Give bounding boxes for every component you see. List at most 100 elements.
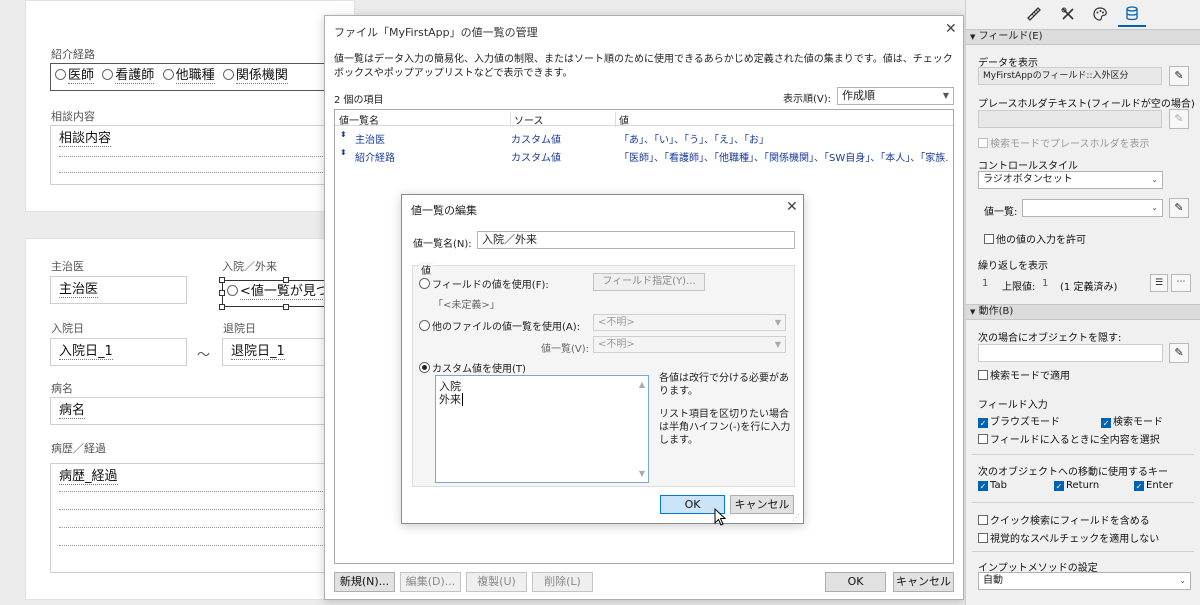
- quick-find-checkbox[interactable]: クイック検索にフィールドを含める: [978, 512, 1150, 527]
- history-field[interactable]: 病歴_経過: [50, 463, 340, 573]
- discharge-label: 退院日: [223, 322, 256, 335]
- key-return-checkbox[interactable]: Return: [1054, 480, 1099, 491]
- inspector-panel: ▼ フィールド(E) データを表示 MyFirstAppのフィールド::入外区分…: [965, 0, 1200, 605]
- control-style-select[interactable]: ラジオボタンセット ⌄: [978, 171, 1163, 189]
- radio-option-0[interactable]: 医師: [55, 68, 95, 84]
- discharge-field[interactable]: 退院日_1: [222, 338, 327, 366]
- pencil-icon[interactable]: ✎: [1169, 198, 1189, 218]
- divider: [972, 454, 1194, 455]
- hide-when-field[interactable]: [978, 344, 1163, 362]
- repeat-max-label: 上限値:: [1002, 282, 1036, 293]
- ok-button[interactable]: OK: [825, 572, 886, 592]
- specify-field-button[interactable]: フィールド指定(Y)...: [593, 273, 705, 291]
- pencil-icon[interactable]: ✎: [1169, 66, 1189, 86]
- valuelist-select[interactable]: <不明> ▼: [593, 336, 786, 353]
- scroll-up-icon[interactable]: ▲: [639, 378, 645, 391]
- repeat-from[interactable]: 1: [982, 278, 988, 289]
- new-button[interactable]: 新規(N)...: [334, 572, 395, 592]
- radio-option-2[interactable]: 他職種: [162, 68, 215, 84]
- ruler-icon[interactable]: [1026, 6, 1042, 22]
- tools-icon[interactable]: [1060, 6, 1076, 22]
- values-group: 値 フィールドの値を使用(F): フィールド指定(Y)... 「<未定義>」 他…: [412, 262, 795, 487]
- pencil-icon[interactable]: ✎: [1169, 343, 1189, 363]
- close-icon[interactable]: ✕: [945, 22, 957, 36]
- doctor-label: 主治医: [51, 260, 84, 273]
- browse-mode-checkbox[interactable]: ブラウズモード: [978, 413, 1060, 428]
- key-tab-checkbox[interactable]: Tab: [978, 480, 1007, 491]
- database-icon[interactable]: [1124, 5, 1140, 23]
- table-row[interactable]: ⬍ 紹介経路 カスタム値 「医師」、「看護師」、「他職種」、「関係機関」、「SW…: [335, 148, 949, 164]
- cancel-button[interactable]: キャンセル: [730, 495, 794, 514]
- spell-check-checkbox[interactable]: 視覚的なスペルチェックを適用しない: [978, 530, 1159, 545]
- group-label: 値: [419, 262, 433, 277]
- palette-icon[interactable]: [1092, 6, 1108, 22]
- disease-field[interactable]: 病名: [50, 397, 340, 425]
- field-entry-label: フィールド入力: [978, 400, 1048, 411]
- more-icon[interactable]: ⋯: [1171, 274, 1191, 292]
- inout-label: 入院／外来: [222, 260, 277, 273]
- inspector-tabs: [966, 0, 1200, 28]
- other-file-select[interactable]: <不明> ▼: [593, 314, 786, 331]
- find-mode-checkbox[interactable]: 検索モード: [1101, 413, 1163, 428]
- dialog-description: 値一覧はデータ入力の簡易化、入力値の制限、またはソート順のために使用できるあらか…: [334, 54, 953, 79]
- chevron-down-icon: ⌄: [1151, 203, 1158, 212]
- display-data-field[interactable]: MyFirstAppのフィールド::入外区分: [978, 67, 1162, 85]
- custom-values-textarea[interactable]: 入院 外来 ▲ ▼: [435, 375, 649, 483]
- key-enter-checkbox[interactable]: Enter: [1134, 480, 1173, 491]
- radio-option-3[interactable]: 関係機関: [222, 68, 288, 84]
- divider: [972, 502, 1194, 503]
- sort-select[interactable]: 作成順 ▼: [837, 87, 954, 105]
- radio-use-field[interactable]: フィールドの値を使用(F):: [419, 276, 549, 291]
- chevron-down-icon: ▼: [774, 318, 781, 327]
- placeholder-field[interactable]: [978, 110, 1162, 128]
- valuelist-label: 値一覧:: [984, 207, 1018, 218]
- select-all-checkbox[interactable]: フィールドに入るときに全内容を選択: [978, 431, 1160, 446]
- search-placeholder-checkbox[interactable]: 検索モードでプレースホルダを表示: [978, 135, 1150, 150]
- duplicate-button[interactable]: 複製(U): [466, 572, 527, 592]
- repeat-max[interactable]: 1: [1042, 278, 1048, 289]
- radio-use-other-file[interactable]: 他のファイルの値一覧を使用(A):: [419, 318, 580, 333]
- resize-handle[interactable]: [283, 304, 289, 310]
- placeholder-label: プレースホルダテキスト(フィールドが空の場合): [978, 99, 1195, 110]
- name-input[interactable]: 入院／外来: [477, 231, 795, 249]
- table-row[interactable]: ⬍ 主治医 カスタム値 「あ」、「い」、「う」、「え」、「お」: [335, 130, 947, 146]
- column-name[interactable]: 値一覧名: [339, 112, 379, 127]
- drag-handle-icon[interactable]: ⬍: [340, 148, 347, 157]
- chevron-down-icon: ▼: [942, 91, 949, 100]
- resize-handle[interactable]: [283, 277, 289, 283]
- input-method-select[interactable]: 自動 ⌄: [978, 572, 1191, 590]
- valuelist-select[interactable]: ⌄: [1022, 199, 1163, 217]
- radio-use-custom[interactable]: カスタム値を使用(T): [419, 360, 526, 375]
- inout-field-selected[interactable]: <値一覧が見つ: [222, 280, 327, 307]
- resize-handle[interactable]: [219, 277, 225, 283]
- resize-handle[interactable]: [219, 304, 225, 310]
- edit-valuelist-dialog: 値一覧の編集 ✕ 値一覧名(N): 入院／外来 値 フィールドの値を使用(F):…: [401, 194, 804, 526]
- scroll-down-icon[interactable]: ▼: [639, 467, 645, 480]
- delete-button[interactable]: 削除(L): [532, 572, 593, 592]
- doctor-field[interactable]: 主治医: [50, 276, 187, 304]
- introduction-radio-set[interactable]: 医師 看護師 他職種 関係機関: [50, 63, 340, 91]
- section-behavior-header[interactable]: ▼ 動作(B): [966, 304, 1200, 320]
- repeat-label: 繰り返しを表示: [978, 261, 1048, 272]
- resize-grip-icon[interactable]: ⋰: [792, 513, 800, 522]
- cancel-button[interactable]: キャンセル: [893, 572, 954, 592]
- close-icon[interactable]: ✕: [786, 200, 798, 214]
- column-source[interactable]: ソース: [510, 112, 544, 127]
- introduction-label: 紹介経路: [51, 48, 95, 61]
- apply-search-checkbox[interactable]: 検索モードで適用: [978, 367, 1070, 382]
- divider: [972, 551, 1194, 552]
- section-field-header[interactable]: ▼ フィールド(E): [966, 29, 1200, 45]
- consult-field[interactable]: 相談内容: [50, 125, 340, 185]
- admit-field[interactable]: 入院日_1: [50, 338, 187, 366]
- resize-handle[interactable]: [219, 290, 225, 296]
- column-values[interactable]: 値: [615, 112, 629, 127]
- pencil-icon[interactable]: ✎: [1169, 109, 1189, 129]
- chevron-down-icon: ▼: [774, 340, 781, 349]
- item-count: 2 個の項目: [334, 95, 384, 106]
- mouse-cursor-icon: [714, 508, 726, 526]
- allow-other-checkbox[interactable]: 他の値の入力を許可: [984, 231, 1086, 246]
- drag-handle-icon[interactable]: ⬍: [340, 130, 347, 139]
- edit-button[interactable]: 編集(D)...: [400, 572, 461, 592]
- list-icon[interactable]: ☰: [1150, 274, 1168, 292]
- radio-option-1[interactable]: 看護師: [102, 68, 155, 84]
